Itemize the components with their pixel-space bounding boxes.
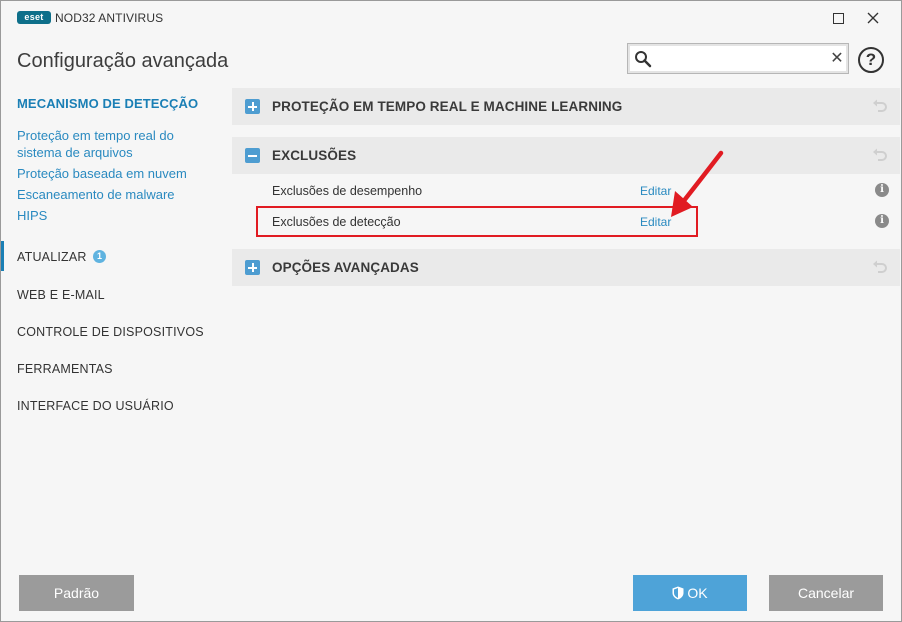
search-input[interactable] [656, 48, 826, 70]
sidebar-subitem-malware-scans[interactable]: Escaneamento de malware [17, 186, 175, 203]
revert-icon [873, 99, 887, 112]
highlight-box [256, 206, 698, 237]
eset-logo: eset [17, 11, 51, 24]
sidebar-item-device-control[interactable]: CONTROLE DE DISPOSITIVOS [17, 325, 204, 339]
revert-icon [873, 260, 887, 273]
info-icon[interactable]: i [875, 183, 889, 197]
section-exclusions[interactable]: EXCLUSÕES [232, 137, 900, 174]
sidebar-item-tools[interactable]: FERRAMENTAS [17, 362, 113, 376]
help-icon[interactable]: ? [858, 47, 884, 73]
search-box[interactable]: ✕ [627, 43, 849, 74]
sidebar-item-web-email[interactable]: WEB E E-MAIL [17, 288, 105, 302]
red-arrow-icon [671, 150, 724, 217]
default-button[interactable]: Padrão [19, 575, 134, 611]
sidebar-selection-marker [1, 241, 4, 271]
info-icon[interactable]: i [875, 214, 889, 228]
title-bar: eset NOD32 ANTIVIRUS [1, 1, 901, 34]
ok-button-label: OK [687, 585, 708, 601]
section-advanced-options[interactable]: OPÇÕES AVANÇADAS [232, 249, 900, 286]
revert-icon [873, 148, 887, 161]
ok-button[interactable]: OK [633, 575, 747, 611]
sidebar-item-detection-engine[interactable]: MECANISMO DE DETECÇÃO [17, 96, 198, 111]
clear-search-icon[interactable]: ✕ [828, 49, 846, 69]
performance-exclusions-label: Exclusões de desempenho [272, 184, 423, 198]
section-title: PROTEÇÃO EM TEMPO REAL E MACHINE LEARNIN… [272, 99, 623, 114]
update-badge: 1 [93, 250, 106, 263]
shield-icon [672, 586, 684, 600]
expand-plus-icon[interactable] [245, 260, 260, 275]
section-title: OPÇÕES AVANÇADAS [272, 260, 419, 275]
sidebar-item-user-interface[interactable]: INTERFACE DO USUÁRIO [17, 399, 174, 413]
app-name: NOD32 ANTIVIRUS [55, 11, 164, 25]
sidebar-item-update[interactable]: ATUALIZAR [17, 250, 87, 264]
page-title: Configuração avançada [17, 50, 229, 72]
default-button-label: Padrão [53, 585, 100, 601]
collapse-minus-icon[interactable] [245, 148, 260, 163]
close-button[interactable] [858, 5, 888, 31]
sidebar-subitem-hips[interactable]: HIPS [17, 207, 47, 224]
expand-plus-icon[interactable] [245, 99, 260, 114]
sidebar-subitem-realtime-protection[interactable]: Proteção em tempo real do sistema de arq… [17, 127, 217, 161]
search-icon [635, 51, 652, 68]
close-icon [867, 12, 879, 24]
maximize-button[interactable] [823, 5, 853, 31]
section-title: EXCLUSÕES [272, 148, 357, 163]
maximize-icon [832, 12, 844, 24]
section-realtime-ml[interactable]: PROTEÇÃO EM TEMPO REAL E MACHINE LEARNIN… [232, 88, 900, 125]
cancel-button-label: Cancelar [797, 585, 855, 601]
app-window: eset NOD32 ANTIVIRUS Configuração avança… [0, 0, 902, 622]
sidebar-subitem-cloud-protection[interactable]: Proteção baseada em nuvem [17, 165, 187, 182]
cancel-button[interactable]: Cancelar [769, 575, 883, 611]
